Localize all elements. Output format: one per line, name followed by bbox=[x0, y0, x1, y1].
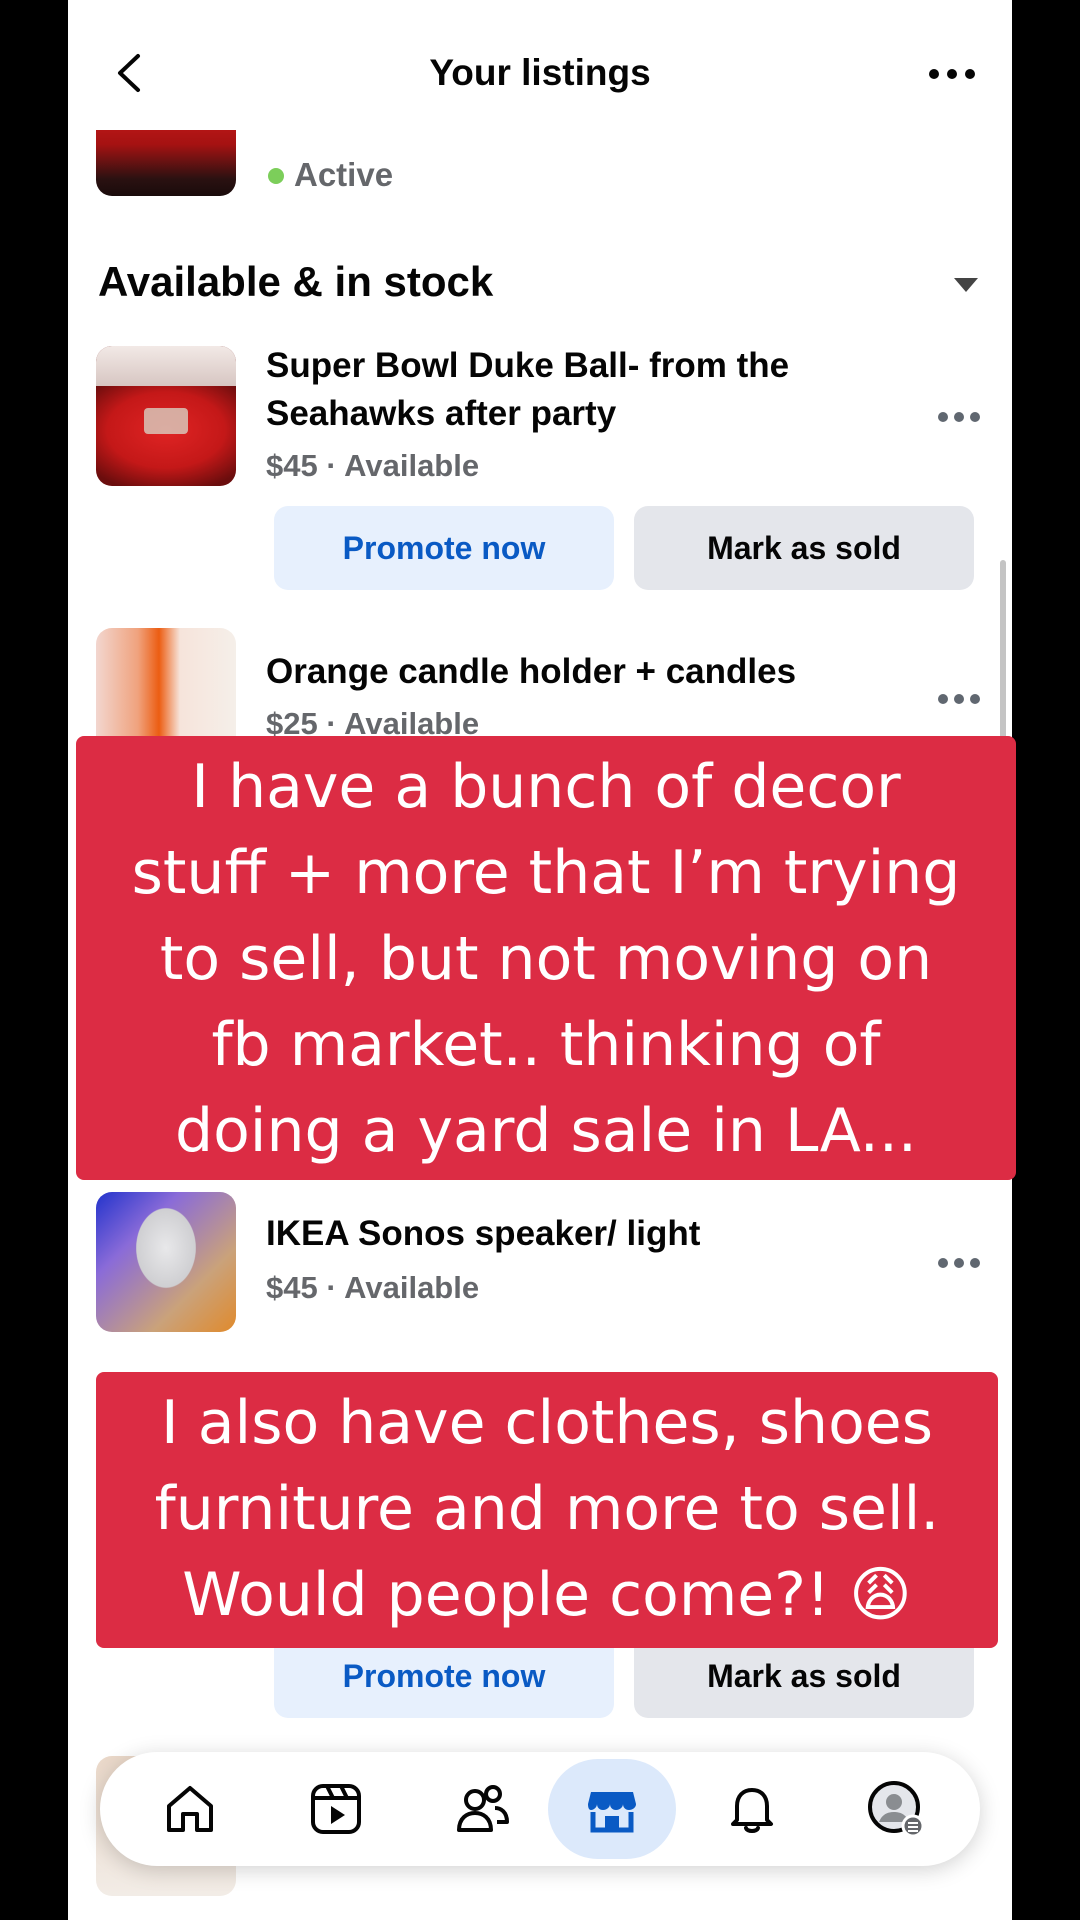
nav-home[interactable] bbox=[140, 1759, 240, 1859]
bottom-nav bbox=[100, 1752, 980, 1866]
friends-icon bbox=[457, 1785, 509, 1832]
listing-meta: $45 · Available bbox=[266, 1270, 480, 1305]
more-options-icon[interactable] bbox=[936, 1256, 982, 1270]
caption-line: to sell, but not moving on bbox=[159, 924, 933, 994]
profile-icon bbox=[868, 1781, 925, 1838]
caption-line: I also have clothes, shoes bbox=[161, 1388, 933, 1458]
nav-marketplace[interactable] bbox=[548, 1759, 676, 1859]
marketplace-icon bbox=[588, 1792, 636, 1833]
caption-line: Would people come?! 😩 bbox=[182, 1560, 912, 1630]
nav-friends[interactable] bbox=[432, 1759, 532, 1859]
nav-notifications[interactable] bbox=[702, 1759, 802, 1859]
caption-line: fb market.. thinking of bbox=[211, 1010, 881, 1080]
listing-title[interactable]: IKEA Sonos speaker/ light bbox=[266, 1210, 906, 1258]
listing-thumbnail[interactable] bbox=[96, 346, 236, 486]
listing-title[interactable]: Orange candle holder + candles bbox=[266, 648, 906, 696]
section-title: Available & in stock bbox=[98, 258, 494, 305]
caption-line: doing a yard sale in LA... bbox=[174, 1096, 917, 1166]
caret-down-icon[interactable] bbox=[954, 278, 978, 292]
mark-as-sold-button[interactable]: Mark as sold bbox=[634, 506, 974, 590]
more-options-icon[interactable] bbox=[936, 410, 982, 424]
nav-profile[interactable] bbox=[846, 1759, 946, 1859]
nav-video[interactable] bbox=[286, 1759, 386, 1859]
bell-icon bbox=[731, 1788, 773, 1833]
page-title: Your listings bbox=[429, 52, 651, 93]
promote-now-button[interactable]: Promote now bbox=[274, 506, 614, 590]
header: Your listings bbox=[68, 0, 1012, 130]
home-icon bbox=[167, 1786, 213, 1832]
listing-meta: $45 · Available bbox=[266, 448, 480, 483]
video-icon bbox=[311, 1784, 361, 1834]
more-options-icon[interactable] bbox=[936, 692, 982, 706]
listing-thumbnail[interactable] bbox=[96, 1192, 236, 1332]
more-options-icon[interactable] bbox=[924, 56, 980, 92]
status-dot-icon bbox=[268, 168, 284, 184]
status-text: Active bbox=[294, 156, 394, 193]
caption-line: I have a bunch of decor bbox=[191, 752, 901, 822]
caption-line: furniture and more to sell. bbox=[154, 1474, 940, 1544]
listing-title[interactable]: Super Bowl Duke Ball- from the Seahawks … bbox=[266, 342, 906, 438]
caption-line: stuff + more that I’m trying bbox=[131, 838, 961, 908]
caption-overlay: I also have clothes, shoes furniture and… bbox=[96, 1372, 998, 1648]
caption-overlay: I have a bunch of decor stuff + more tha… bbox=[76, 736, 1016, 1180]
